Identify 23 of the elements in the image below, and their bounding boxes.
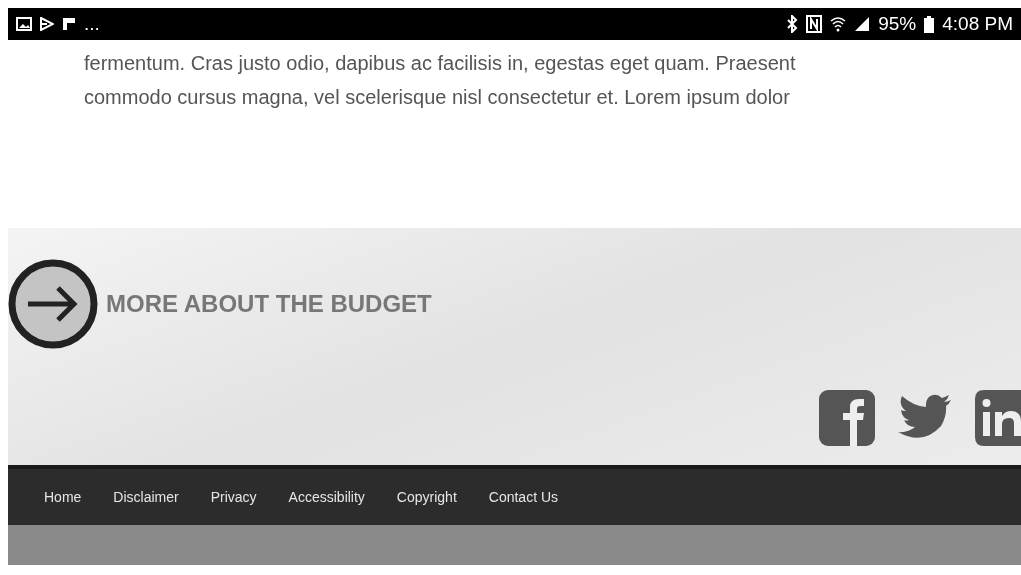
battery-icon (924, 15, 935, 33)
clock: 4:08 PM (942, 11, 1013, 36)
arrow-circle-icon (8, 258, 98, 350)
footer-link[interactable]: Contact Us (488, 486, 559, 508)
footer-link[interactable]: Disclaimer (113, 486, 179, 508)
body-text-line: fermentum. Cras justo odio, dapibus ac facilisis in, egestas eget quam. Praesent (84, 51, 796, 76)
linkedin-icon[interactable] (975, 390, 1021, 446)
battery-percentage: 95% (878, 11, 917, 36)
footer-link[interactable]: Copyright (396, 486, 457, 508)
footer-link[interactable]: Home (44, 486, 82, 508)
bluetooth-icon (786, 15, 799, 33)
footer-link[interactable]: Privacy (210, 486, 257, 508)
body-text-line: commodo cursus magna, vel scelerisque nisl consectetur et. Lorem ipsum dolor (84, 85, 790, 110)
flag-icon (62, 17, 76, 31)
overflow-indicator: ... (84, 11, 100, 36)
nfc-icon (806, 15, 823, 33)
picture-icon (16, 17, 32, 31)
facebook-icon[interactable] (819, 390, 875, 446)
play-icon (40, 17, 54, 31)
signal-icon (854, 16, 871, 32)
wifi-icon (830, 16, 847, 32)
footer-link[interactable]: Accessibility (288, 486, 365, 508)
more-link[interactable]: MORE ABOUT THE BUDGET (8, 258, 432, 350)
